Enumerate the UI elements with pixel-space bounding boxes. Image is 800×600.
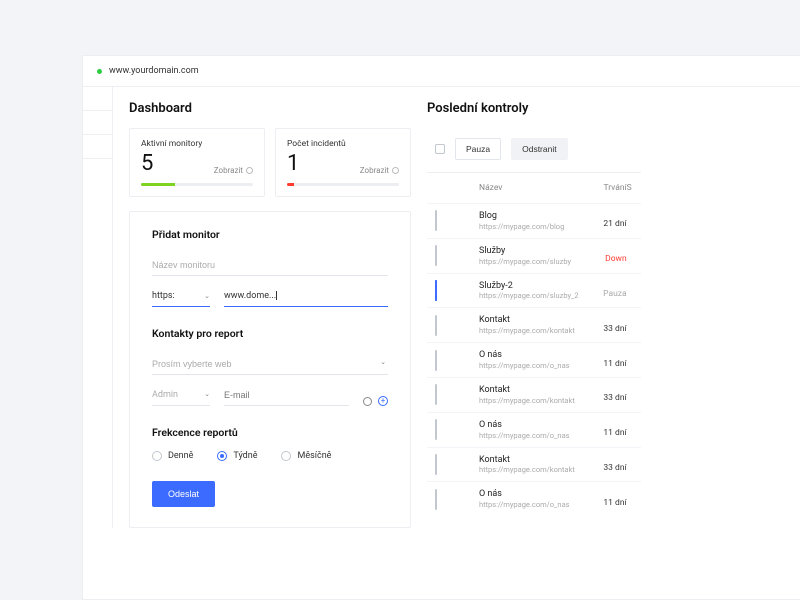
remove-button[interactable]: Odstranit [511,138,568,160]
table-toolbar: Pauza Odstranit [427,128,641,173]
row-url: https://mypage.com/blog [479,222,579,231]
row-url: https://mypage.com/kontakt [479,465,579,474]
stat-show-link[interactable]: Zobrazit [360,166,399,175]
chevron-down-icon: ⌄ [204,292,210,300]
row-url: https://mypage.com/o_nas [479,500,579,509]
web-select[interactable] [152,354,388,375]
stat-label: Aktivní monitory [141,139,253,149]
row-checkbox[interactable] [435,315,437,336]
row-name: Blog [479,211,579,222]
row-duration: 11 dní [603,359,626,369]
row-duration: 21 dní [603,219,626,229]
checks-title: Poslední kontroly [427,101,641,116]
table-row[interactable]: O náshttps://mypage.com/o_nas 11 dní [427,481,641,516]
table-header: Název Trvání S [427,173,641,203]
url-text: www.yourdomain.com [109,66,199,76]
row-duration: 33 dní [603,463,626,473]
row-name: Kontakt [479,385,579,396]
row-name: O nás [479,489,579,500]
url-bar: www.yourdomain.com [83,56,800,87]
col-duration: Trvání [579,183,627,193]
dashboard-title: Dashboard [129,101,411,116]
row-checkbox[interactable] [435,384,437,405]
row-checkbox[interactable] [435,489,437,510]
nav-item[interactable] [83,111,112,135]
add-icon[interactable]: + [378,396,388,406]
row-duration: 11 dní [603,498,626,508]
row-checkbox[interactable] [435,350,437,371]
stat-value: 5 [141,153,153,175]
progress-bar [287,183,294,186]
select-all-checkbox[interactable] [435,144,445,154]
row-name: O nás [479,420,579,431]
pause-button[interactable]: Pauza [455,138,501,160]
stat-value: 1 [287,153,299,175]
row-name: Kontakt [479,455,579,466]
table-row[interactable]: Kontakthttps://mypage.com/kontakt 33 dní [427,307,641,342]
domain-input[interactable]: www.dome... [224,286,388,307]
section-title: Přidat monitor [152,228,388,241]
table-row[interactable]: Služby-2https://mypage.com/sluzby_2 Pauza [427,273,641,308]
row-duration: 11 dní [603,428,626,438]
row-url: https://mypage.com/sluzby_2 [479,291,579,300]
row-url: https://mypage.com/kontakt [479,396,579,405]
row-duration: 33 dní [603,324,626,334]
submit-button[interactable]: Odeslat [152,481,215,507]
side-nav [83,87,113,528]
table-row[interactable]: O náshttps://mypage.com/o_nas 11 dní [427,342,641,377]
row-name: Služby [479,246,579,257]
monitor-name-input[interactable] [152,255,388,276]
nav-item[interactable] [83,135,112,159]
row-name: Služby-2 [479,281,579,292]
table-row[interactable]: Kontakthttps://mypage.com/kontakt 33 dní [427,447,641,482]
radio-daily[interactable]: Denně [152,451,193,461]
section-title: Kontakty pro report [152,327,388,340]
info-icon [392,167,399,174]
row-name: Kontakt [479,315,579,326]
table-row[interactable]: Kontakthttps://mypage.com/kontakt 33 dní [427,377,641,412]
row-checkbox[interactable] [435,280,437,301]
nav-item[interactable] [83,87,112,111]
row-checkbox[interactable] [435,454,437,475]
row-url: https://mypage.com/sluzby [479,257,579,266]
frequency-radios: Denně Týdně Měsíčně [152,451,388,461]
protocol-select[interactable]: https: ⌄ [152,286,210,307]
row-checkbox[interactable] [435,245,437,266]
chevron-down-icon: ⌄ [204,390,210,400]
stat-label: Počet incidentů [287,139,399,149]
row-duration: 33 dní [603,393,626,403]
gear-icon[interactable] [363,397,372,406]
radio-weekly[interactable]: Týdně [217,451,257,461]
table-row[interactable]: O náshttps://mypage.com/o_nas 11 dní [427,412,641,447]
row-url: https://mypage.com/o_nas [479,361,579,370]
stat-show-link[interactable]: Zobrazit [214,166,253,175]
status-dot-icon [97,69,102,74]
role-select[interactable]: Admin ⌄ [152,385,210,406]
radio-monthly[interactable]: Měsíčně [281,451,331,461]
add-monitor-panel: Přidat monitor https: ⌄ www.dome... Kont [129,211,411,528]
info-icon [246,167,253,174]
table-row[interactable]: Bloghttps://mypage.com/blog 21 dní [427,203,641,238]
row-checkbox[interactable] [435,419,437,440]
row-url: https://mypage.com/o_nas [479,431,579,440]
chevron-down-icon: ⌄ [380,358,386,366]
section-title: Frekcence reportů [152,426,388,439]
row-duration: Down [605,254,627,264]
email-input[interactable] [224,385,349,406]
row-name: O nás [479,350,579,361]
col-status: S [627,183,633,193]
progress-bar [141,183,175,186]
app-window: www.yourdomain.com Dashboard Aktivní mon… [82,55,800,600]
row-url: https://mypage.com/kontakt [479,326,579,335]
col-name: Název [479,183,579,193]
row-duration: Pauza [603,289,626,299]
stat-monitors: Aktivní monitory 5 Zobrazit [129,128,265,197]
stat-incidents: Počet incidentů 1 Zobrazit [275,128,411,197]
row-checkbox[interactable] [435,210,437,231]
table-row[interactable]: Službyhttps://mypage.com/sluzby Down [427,238,641,273]
